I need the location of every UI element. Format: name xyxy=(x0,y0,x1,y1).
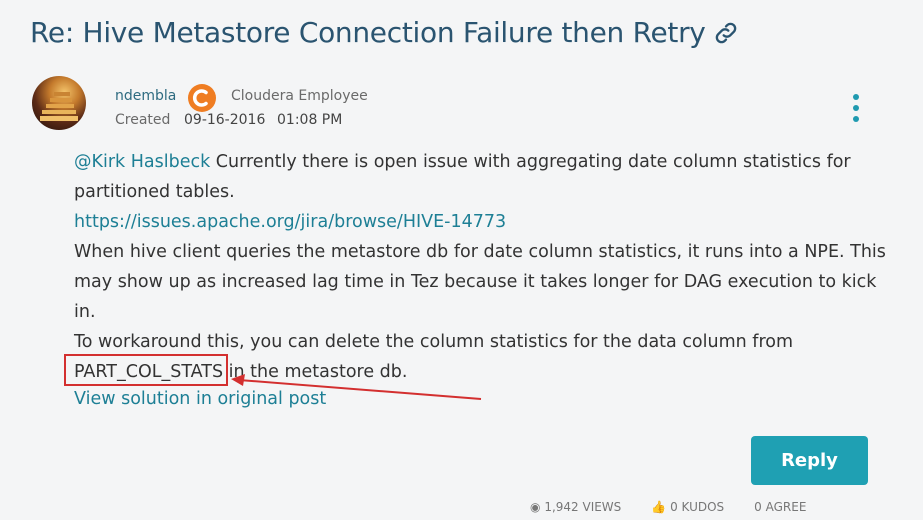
reply-button[interactable]: Reply xyxy=(751,436,868,485)
kudos-button[interactable]: 👍 0 KUDOS xyxy=(651,500,724,520)
body-line-4: When hive client queries the metastore d… xyxy=(74,242,886,262)
view-solution-link[interactable]: View solution in original post xyxy=(74,389,326,409)
body-line-6: in. xyxy=(74,302,96,322)
post-footer: ◉ 1,942 VIEWS 👍 0 KUDOS 0 AGREE xyxy=(530,500,910,520)
body-line-2: partitioned tables. xyxy=(74,182,235,202)
agree-count[interactable]: 0 AGREE xyxy=(754,500,806,520)
author-name[interactable]: ndembla xyxy=(115,88,176,104)
post-body: @Kirk Haslbeck Currently there is open i… xyxy=(74,147,886,387)
annotation-highlight-box xyxy=(64,354,228,386)
author-rank: Cloudera Employee xyxy=(231,88,368,104)
rank-badge-icon xyxy=(188,84,216,112)
body-line-5: may show up as increased lag time in Tez… xyxy=(74,272,877,292)
link-icon[interactable] xyxy=(712,19,740,47)
post-title-text: Re: Hive Metastore Connection Failure th… xyxy=(30,16,706,49)
user-mention-link[interactable]: @Kirk Haslbeck xyxy=(74,152,210,172)
created-label: Created xyxy=(115,112,171,128)
body-line-3: https://issues.apache.org/jira/browse/HI… xyxy=(74,207,874,237)
created-time: 01:08 PM xyxy=(277,112,343,128)
avatar[interactable] xyxy=(32,76,86,130)
body-text: Currently there is open issue with aggre… xyxy=(210,152,851,172)
jira-issue-link[interactable]: https://issues.apache.org/jira/browse/HI… xyxy=(74,212,506,232)
body-line-7: To workaround this, you can delete the c… xyxy=(74,332,794,352)
views-count: ◉ 1,942 VIEWS xyxy=(530,500,622,514)
kebab-menu-icon[interactable] xyxy=(850,94,862,122)
post-title: Re: Hive Metastore Connection Failure th… xyxy=(30,16,740,49)
created-date: 09-16-2016 xyxy=(184,112,266,128)
body-line-1: @Kirk Haslbeck Currently there is open i… xyxy=(74,147,874,177)
